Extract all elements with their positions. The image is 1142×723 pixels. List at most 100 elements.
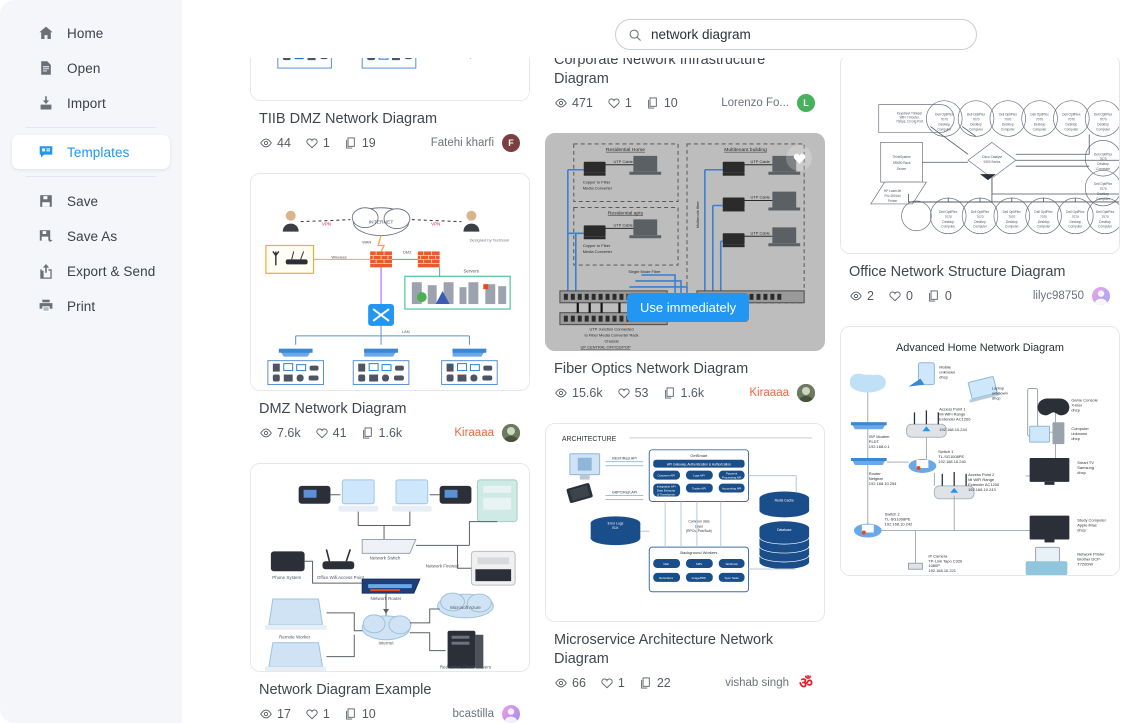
- template-title: Office Network Structure Diagram: [849, 264, 1066, 280]
- svg-text:UTP Cable: UTP Cable: [614, 222, 634, 227]
- svg-text:7070: 7070: [1100, 157, 1107, 161]
- sidebar-item-home[interactable]: Home: [12, 16, 170, 50]
- svg-text:GRPC/Rest API: GRPC/Rest API: [612, 490, 637, 494]
- search-input[interactable]: [651, 27, 951, 42]
- svg-text:Media Converter: Media Converter: [583, 249, 613, 254]
- views-stat: 44: [259, 136, 291, 150]
- search-icon: [629, 29, 641, 41]
- copy-icon: [362, 427, 372, 439]
- svg-text:192.168.10.254: 192.168.10.254: [869, 481, 897, 486]
- sidebar-item-print[interactable]: Print: [12, 289, 170, 323]
- template-author[interactable]: lilyc98750: [1033, 290, 1084, 302]
- template-thumbnail[interactable]: ARCHITECTURE REST/Rest API GRPC/Rest API: [545, 423, 825, 622]
- copies-count: 0: [944, 289, 952, 303]
- template-card[interactable]: INTERNET VPN VPN Designed by TechSoni Wi…: [250, 173, 530, 442]
- avatar[interactable]: L: [797, 94, 815, 112]
- template-thumbnail[interactable]: Advanced Home Network Diagram ISP Modem …: [840, 326, 1120, 576]
- avatar[interactable]: F: [502, 134, 520, 152]
- svg-text:Dell OptiPlex: Dell OptiPlex: [1003, 210, 1022, 214]
- copies-stat: 19: [344, 136, 376, 150]
- template-card[interactable]: Keystreet Trinkset WiFi 7 Router, 7Gbps, 1…: [840, 54, 1120, 305]
- sidebar-item-templates[interactable]: Templates: [12, 135, 170, 169]
- template-column-3: report END 123: [840, 0, 1120, 598]
- template-meta: 66 1 22 vishab singh ॐ: [554, 674, 825, 692]
- use-immediately-button[interactable]: Use immediately: [627, 293, 750, 322]
- template-card[interactable]: Residential Home Residential apts Multit…: [545, 133, 825, 402]
- svg-text:Dell OptiPlex: Dell OptiPlex: [971, 210, 990, 214]
- template-thumbnail[interactable]: INTERNET VPN VPN Designed by TechSoni Wi…: [250, 173, 530, 391]
- sidebar-item-export-send[interactable]: Export & Send: [12, 254, 170, 288]
- favorite-button[interactable]: [786, 145, 812, 171]
- svg-text:Accounting API: Accounting API: [722, 487, 742, 491]
- likes-count: 41: [332, 426, 347, 440]
- thumb-heading: Advanced Home Network Diagram: [896, 342, 1064, 354]
- sidebar-divider: [26, 127, 156, 128]
- template-author[interactable]: Kiraaaa: [454, 427, 494, 439]
- copies-stat: 1.6k: [663, 386, 704, 400]
- svg-text:7070: 7070: [973, 118, 980, 122]
- template-author[interactable]: Fatehi kharfi: [431, 137, 494, 149]
- template-thumbnail[interactable]: Residential Home Residential apts Multit…: [545, 133, 825, 351]
- template-thumbnail[interactable]: Network Switch Network Firewall Phone Sy…: [250, 463, 530, 672]
- svg-text:Remote Worker: Remote Worker: [279, 635, 311, 640]
- svg-text:Pro 4001dn: Pro 4001dn: [884, 194, 901, 198]
- svg-text:Wireless: Wireless: [331, 254, 346, 259]
- avatar[interactable]: ॐ: [797, 674, 815, 692]
- template-author[interactable]: Kiraaaa: [749, 387, 789, 399]
- template-author[interactable]: bcastilla: [452, 708, 494, 720]
- sidebar-item-save-as[interactable]: Save As: [12, 219, 170, 253]
- svg-text:192.168.0.1: 192.168.0.1: [869, 444, 891, 449]
- svg-text:Single Mode Fiber: Single Mode Fiber: [628, 269, 661, 274]
- svg-text:Extender AC1200: Extender AC1200: [939, 416, 971, 421]
- views-stat: 15.6k: [554, 386, 603, 400]
- avatar[interactable]: [502, 705, 520, 723]
- avatar[interactable]: [797, 384, 815, 402]
- svg-text:Common data: Common data: [688, 519, 709, 523]
- template-thumbnail[interactable]: Keystreet Trinkset WiFi 7 Router, 7Gbps, 1…: [840, 54, 1120, 254]
- svg-text:ThinkSystem: ThinkSystem: [892, 155, 911, 159]
- svg-text:Internet: Internet: [378, 641, 394, 646]
- template-card[interactable]: ARCHITECTURE REST/Rest API GRPC/Rest API: [545, 423, 825, 692]
- svg-text:Layer: Layer: [695, 524, 704, 528]
- svg-text:Network Firewall: Network Firewall: [426, 563, 459, 568]
- views-stat: 7.6k: [259, 426, 301, 440]
- sidebar-item-import[interactable]: Import: [12, 86, 170, 120]
- likes-count: 1: [322, 707, 330, 721]
- likes-stat: 1: [305, 136, 330, 150]
- copies-count: 10: [361, 707, 376, 721]
- sidebar-item-label: Home: [67, 25, 104, 41]
- svg-text:SMS: SMS: [696, 562, 702, 566]
- home-icon: [38, 25, 54, 41]
- svg-text:Desktop: Desktop: [1070, 220, 1082, 224]
- sidebar-item-save[interactable]: Save: [12, 184, 170, 218]
- avatar[interactable]: [502, 424, 520, 442]
- svg-text:7070: 7070: [941, 118, 948, 122]
- document-icon: [38, 60, 54, 76]
- avatar[interactable]: [1092, 287, 1110, 305]
- svg-text:UTP Cable: UTP Cable: [614, 159, 634, 164]
- template-column-2: Corporate Network Infrastructure Diagram…: [545, 0, 825, 713]
- svg-text:Customer API: Customer API: [657, 474, 675, 478]
- svg-text:Computer: Computer: [1096, 167, 1110, 171]
- export-icon: [38, 263, 54, 279]
- svg-text:Trades API: Trades API: [692, 487, 706, 491]
- search-bar[interactable]: [615, 19, 977, 50]
- heart-icon: [316, 428, 328, 439]
- svg-text:Desktop: Desktop: [1097, 162, 1109, 166]
- template-title: DMZ Network Diagram: [259, 401, 407, 417]
- svg-text:Dell OptiPlex: Dell OptiPlex: [1030, 113, 1049, 117]
- template-author[interactable]: Lorenzo Fo...: [721, 97, 789, 109]
- copies-count: 10: [663, 96, 678, 110]
- svg-text:T720DW: T720DW: [1077, 561, 1093, 566]
- svg-text:7070: 7070: [1068, 118, 1075, 122]
- printer-icon: [38, 298, 54, 314]
- template-author[interactable]: vishab singh: [725, 677, 789, 689]
- template-card[interactable]: Network Switch Network Firewall Phone Sy…: [250, 463, 530, 723]
- sidebar-item-open[interactable]: Open: [12, 51, 170, 85]
- avatar-letter: ॐ: [799, 675, 813, 692]
- svg-text:7070: 7070: [1072, 215, 1079, 219]
- svg-text:Multitenant building: Multitenant building: [724, 147, 767, 153]
- svg-text:Desktop: Desktop: [1066, 122, 1078, 126]
- template-card[interactable]: Advanced Home Network Diagram ISP Modem …: [840, 326, 1120, 576]
- svg-text:Dell OptiPlex: Dell OptiPlex: [1066, 210, 1085, 214]
